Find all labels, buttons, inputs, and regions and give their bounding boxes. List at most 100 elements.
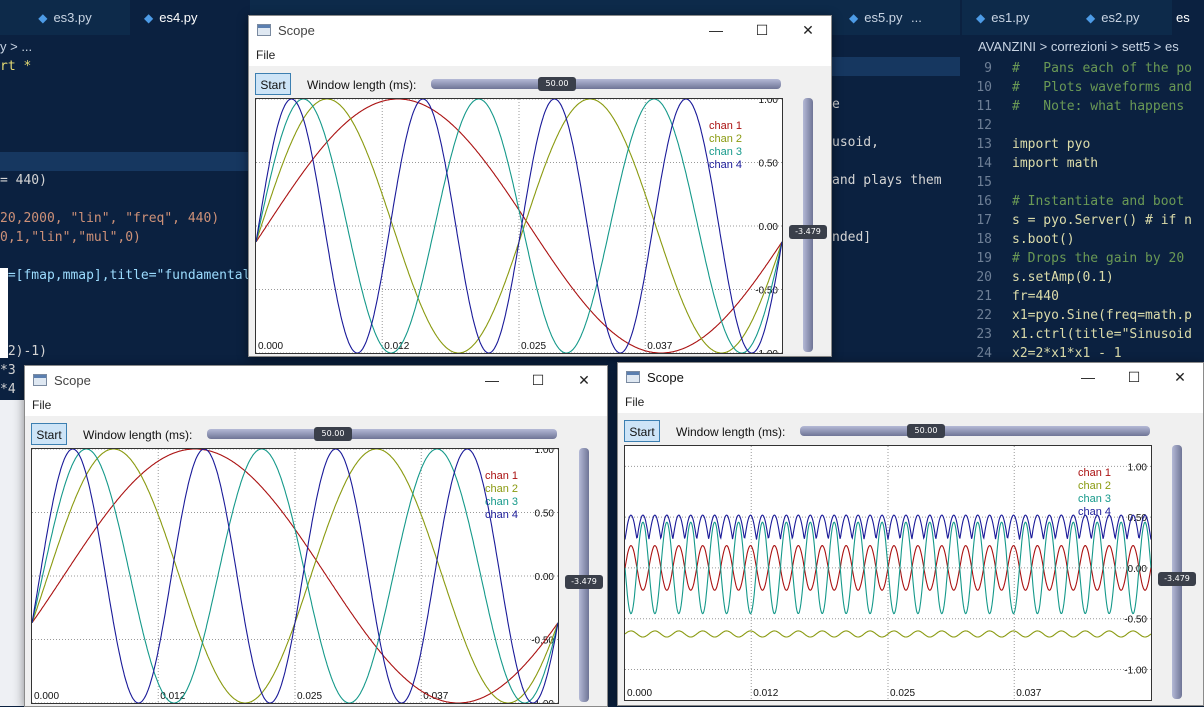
gain-slider[interactable]: -3.479 [789, 98, 827, 352]
gain-knob[interactable]: -3.479 [1158, 572, 1196, 587]
start-button[interactable]: Start [31, 423, 67, 445]
app-icon [257, 24, 271, 36]
menu-file[interactable]: File [625, 395, 644, 409]
minimize-button[interactable]: — [469, 366, 515, 396]
scope-plot: 0.0000.0120.0250.0371.000.500.00-0.50-1.… [31, 448, 559, 704]
tab-es5[interactable]: ◆ es5.py [835, 0, 905, 35]
window-length-knob[interactable]: 50.00 [907, 424, 945, 438]
toolbar: Start Window length (ms): 50.00 [25, 416, 607, 452]
x-tick-label: 0.000 [627, 688, 652, 699]
scope-window-2: Scope — ☐ ✕ File Start Window length (ms… [24, 365, 608, 707]
y-tick-label: 1.00 [759, 99, 779, 106]
tab-es2[interactable]: ◆ es2.py [1072, 0, 1172, 35]
gain-slider[interactable]: -3.479 [1158, 445, 1196, 699]
scope-canvas: 0.0000.0120.0250.0371.000.500.00-0.50-1.… [625, 446, 1151, 700]
editor-right-tabs: ◆ es1.py ◆ es2.py es [962, 0, 1204, 35]
y-tick-label: 1.00 [535, 449, 555, 456]
code-line: 0,1,"lin","mul",0) [0, 230, 141, 245]
code-line: and plays them [832, 173, 942, 188]
x-tick-label: 0.025 [890, 688, 915, 699]
menu-bar: File [618, 393, 1203, 413]
x-tick-label: 0.000 [258, 341, 283, 352]
code-line: *3 [0, 363, 16, 378]
close-button[interactable]: ✕ [561, 366, 607, 396]
y-tick-label: 0.00 [759, 222, 779, 233]
menu-file[interactable]: File [32, 398, 51, 412]
more-actions-button[interactable]: ... [905, 0, 935, 35]
gain-slider[interactable]: -3.479 [565, 448, 603, 702]
legend-entry: chan 3 [1078, 493, 1111, 505]
tab-es[interactable]: es [1172, 0, 1204, 35]
tab-es4[interactable]: ◆ es4.py [130, 0, 250, 35]
x-tick-label: 0.000 [34, 691, 59, 702]
current-line-highlight [832, 57, 960, 76]
start-button[interactable]: Start [624, 420, 660, 442]
breadcrumb-right[interactable]: AVANZINI > correzioni > sett5 > es [978, 35, 1179, 57]
x-tick-label: 0.025 [521, 341, 546, 352]
app-icon [626, 371, 640, 383]
maximize-button[interactable]: ☐ [739, 16, 785, 46]
y-tick-label: 0.50 [759, 159, 779, 170]
x-tick-label: 0.037 [647, 341, 672, 352]
minimize-button[interactable]: — [1065, 363, 1111, 393]
y-tick-label: 0.50 [535, 509, 555, 520]
window-length-label: Window length (ms): [83, 428, 193, 442]
gain-knob[interactable]: -3.479 [565, 575, 603, 590]
title-bar[interactable]: Scope — ☐ ✕ [249, 16, 831, 46]
breadcrumb-left[interactable]: y > ... [0, 35, 32, 57]
toolbar: Start Window length (ms): 50.00 [249, 66, 831, 102]
python-file-icon: ◆ [1086, 10, 1096, 25]
y-tick-label: 0.00 [1128, 564, 1148, 575]
menu-bar: File [249, 46, 831, 66]
code-line: e [832, 97, 840, 112]
series-line-2 [625, 630, 1151, 638]
tab-es1[interactable]: ◆ es1.py [962, 0, 1072, 35]
code-right[interactable]: 9 # Pans each of the po 10 # Plots wavefor… [962, 59, 1204, 364]
x-tick-label: 0.012 [753, 688, 778, 699]
legend-entry: chan 1 [1078, 467, 1111, 479]
title-bar[interactable]: Scope — ☐ ✕ [25, 366, 607, 396]
current-line-highlight [0, 152, 250, 171]
title-bar[interactable]: Scope — ☐ ✕ [618, 363, 1203, 393]
code-line: 20,2000, "lin", "freq", 440) [0, 211, 220, 226]
scope-window-1: Scope — ☐ ✕ File Start Window length (ms… [248, 15, 832, 357]
scope-plot: 0.0000.0120.0250.0371.000.500.00-0.50-1.… [255, 98, 783, 354]
scope-plot: 0.0000.0120.0250.0371.000.500.00-0.50-1.… [624, 445, 1152, 701]
code-left[interactable]: rt * = 440) 20,2000, "lin", "freq", 440)… [0, 57, 250, 397]
python-file-icon: ◆ [849, 10, 859, 25]
y-tick-label: 0.00 [535, 572, 555, 583]
maximize-button[interactable]: ☐ [1111, 363, 1157, 393]
menu-bar: File [25, 396, 607, 416]
window-length-slider[interactable]: 50.00 [207, 427, 557, 441]
menu-file[interactable]: File [256, 48, 275, 62]
tab-es3[interactable]: ◆ es3.py [0, 0, 130, 35]
scope-canvas: 0.0000.0120.0250.0371.000.500.00-0.50-1.… [256, 99, 782, 353]
toolbar: Start Window length (ms): 50.00 [618, 413, 1203, 449]
code-line: = 440) [0, 173, 47, 188]
y-tick-label: -1.00 [755, 349, 778, 353]
window-length-slider[interactable]: 50.00 [431, 77, 781, 91]
window-title: Scope [54, 373, 91, 388]
code-line: *4 [0, 382, 16, 397]
window-length-knob[interactable]: 50.00 [314, 427, 352, 441]
python-file-icon: ◆ [144, 10, 154, 25]
code-middle[interactable]: e usoid, and plays them nded] [832, 95, 942, 245]
legend-entry: chan 4 [709, 159, 742, 171]
code-line: nded] [832, 230, 872, 245]
app-icon [33, 374, 47, 386]
maximize-button[interactable]: ☐ [515, 366, 561, 396]
legend-entry: chan 1 [709, 120, 742, 132]
gain-knob[interactable]: -3.479 [789, 225, 827, 240]
legend-entry: chan 1 [485, 470, 518, 482]
scope-canvas: 0.0000.0120.0250.0371.000.500.00-0.50-1.… [32, 449, 558, 703]
start-button[interactable]: Start [255, 73, 291, 95]
window-length-knob[interactable]: 50.00 [538, 77, 576, 91]
window-title: Scope [278, 23, 315, 38]
window-length-slider[interactable]: 50.00 [800, 424, 1150, 438]
minimize-button[interactable]: — [693, 16, 739, 46]
window-length-label: Window length (ms): [676, 425, 786, 439]
close-button[interactable]: ✕ [785, 16, 831, 46]
close-button[interactable]: ✕ [1157, 363, 1203, 393]
side-panel [0, 400, 26, 706]
side-panel-edge [0, 268, 8, 358]
